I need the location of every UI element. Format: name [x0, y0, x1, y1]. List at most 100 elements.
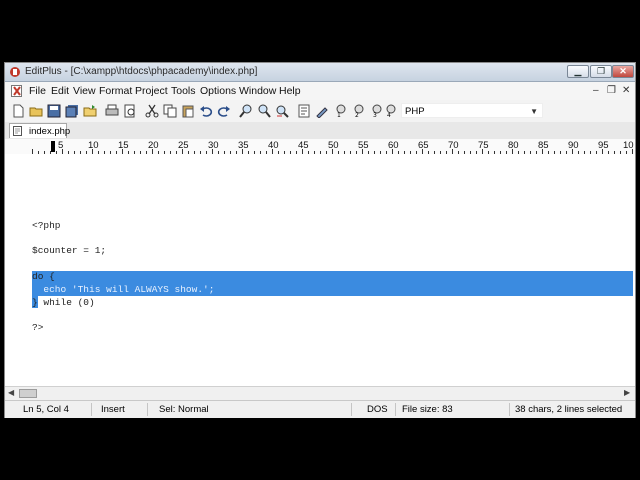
- close-icon: ✕: [619, 66, 627, 76]
- status-separator: [147, 403, 148, 416]
- status-bar: Ln 5, Col 4 Insert Sel: Normal DOS File …: [5, 400, 635, 418]
- code-line-3: $counter = 1;: [32, 245, 107, 256]
- column-ruler: 5 10 15 20 25 30 35 40 45 50 55 60 65 70 75 80 85 90 95 10: [5, 139, 635, 155]
- find-next-icon[interactable]: [257, 104, 271, 118]
- ruler-number: 10: [623, 140, 634, 151]
- menu-options[interactable]: Options: [200, 85, 236, 97]
- menu-edit[interactable]: Edit: [51, 85, 69, 97]
- menu-project[interactable]: Project: [135, 85, 168, 97]
- status-separator: [395, 403, 396, 416]
- tab-label: index.php: [29, 126, 71, 137]
- ruler-number: 55: [358, 140, 369, 151]
- ruler-number: 25: [178, 140, 189, 151]
- menu-tools[interactable]: Tools: [171, 85, 196, 97]
- menu-bar: File Edit View Format Project Tools Opti…: [5, 82, 635, 100]
- ruler-number: 95: [598, 140, 609, 151]
- open-icon[interactable]: [29, 104, 43, 118]
- ruler-number: 35: [238, 140, 249, 151]
- ruler-cursor-marker: [51, 141, 55, 152]
- print-preview-icon[interactable]: [123, 104, 137, 118]
- minimize-icon: ▁: [574, 66, 582, 76]
- svg-text:2: 2: [355, 112, 359, 118]
- ruler-number: 90: [568, 140, 579, 151]
- document-window-icon[interactable]: [11, 85, 25, 97]
- ruler-number: 80: [508, 140, 519, 151]
- document-icon: [13, 126, 22, 136]
- file-size: File size: 83: [402, 404, 453, 415]
- user-tool-2-icon[interactable]: 2: [353, 104, 367, 118]
- language-value: PHP: [405, 106, 425, 117]
- copy-icon[interactable]: [163, 104, 177, 118]
- ruler-number: 5: [58, 140, 64, 151]
- scroll-thumb[interactable]: [19, 389, 37, 398]
- title-bar[interactable]: EditPlus - [C:\xampp\htdocs\phpacademy\i…: [5, 63, 635, 82]
- menu-format[interactable]: Format: [99, 85, 132, 97]
- language-select[interactable]: PHP ▼: [401, 103, 543, 118]
- doc-minimize-icon[interactable]: –: [593, 85, 599, 96]
- cursor-position: Ln 5, Col 4: [23, 404, 69, 415]
- window-title: EditPlus - [C:\xampp\htdocs\phpacademy\i…: [25, 66, 258, 77]
- code-line-1: <?php: [32, 220, 61, 231]
- close-button[interactable]: ✕: [612, 65, 634, 78]
- redo-icon[interactable]: [217, 104, 231, 118]
- app-icon: [10, 67, 20, 77]
- menu-view[interactable]: View: [73, 85, 96, 97]
- menu-file[interactable]: File: [29, 85, 46, 97]
- restore-icon: ❐: [596, 66, 606, 76]
- scroll-left-icon[interactable]: ◀: [8, 388, 14, 397]
- new-file-icon[interactable]: [11, 104, 25, 118]
- maximize-button[interactable]: ❐: [590, 65, 612, 78]
- menu-help[interactable]: Help: [279, 85, 301, 97]
- undo-icon[interactable]: [199, 104, 213, 118]
- ruler-number: 65: [418, 140, 429, 151]
- doc-close-icon[interactable]: ✕: [622, 85, 630, 96]
- code-line-5: do {: [32, 271, 55, 282]
- tab-index-php[interactable]: index.php: [9, 123, 71, 138]
- svg-text:3: 3: [373, 112, 377, 118]
- status-separator: [509, 403, 510, 416]
- document-tabs: index.php: [5, 122, 635, 140]
- code-line-9: ?>: [32, 322, 44, 333]
- user-tool-4-icon[interactable]: 4: [385, 104, 399, 118]
- scroll-right-icon[interactable]: ▶: [624, 388, 630, 397]
- ruler-number: 30: [208, 140, 219, 151]
- ruler-number: 40: [268, 140, 279, 151]
- line-ending: DOS: [367, 404, 388, 415]
- ruler-number: 15: [118, 140, 129, 151]
- insert-mode: Insert: [101, 404, 125, 415]
- code-editor[interactable]: <?php $counter = 1; do { echo 'This will…: [5, 154, 635, 386]
- ruler-number: 70: [448, 140, 459, 151]
- ruler-number: 50: [328, 140, 339, 151]
- open-folder-icon[interactable]: [83, 104, 97, 118]
- toolbar: 1 2 3 4 PHP ▼: [5, 100, 635, 123]
- status-separator: [91, 403, 92, 416]
- save-icon[interactable]: [47, 104, 61, 118]
- horizontal-scrollbar[interactable]: ◀ ▶: [5, 386, 635, 400]
- ruler-number: 45: [298, 140, 309, 151]
- spell-check-icon[interactable]: [315, 104, 329, 118]
- ruler-number: 75: [478, 140, 489, 151]
- ruler-number: 10: [88, 140, 99, 151]
- user-tool-3-icon[interactable]: 3: [371, 104, 385, 118]
- selection-info: 38 chars, 2 lines selected: [515, 404, 623, 415]
- paste-icon[interactable]: [181, 104, 195, 118]
- status-separator: [351, 403, 352, 416]
- selection-mode: Sel: Normal: [159, 404, 209, 415]
- chevron-down-icon: ▼: [530, 107, 538, 116]
- cut-icon[interactable]: [145, 104, 159, 118]
- ruler-number: 85: [538, 140, 549, 151]
- ruler-number: 20: [148, 140, 159, 151]
- save-all-icon[interactable]: [65, 104, 79, 118]
- word-wrap-icon[interactable]: [297, 104, 311, 118]
- doc-restore-icon[interactable]: ❐: [607, 85, 616, 96]
- user-tool-1-icon[interactable]: 1: [335, 104, 349, 118]
- menu-window[interactable]: Window: [239, 85, 276, 97]
- svg-text:1: 1: [337, 112, 341, 118]
- minimize-button[interactable]: ▁: [567, 65, 589, 78]
- svg-text:4: 4: [387, 112, 391, 118]
- ruler-number: 60: [388, 140, 399, 151]
- replace-icon[interactable]: [275, 104, 289, 118]
- editor-window: EditPlus - [C:\xampp\htdocs\phpacademy\i…: [4, 62, 636, 418]
- find-icon[interactable]: [239, 104, 253, 118]
- print-icon[interactable]: [105, 104, 119, 118]
